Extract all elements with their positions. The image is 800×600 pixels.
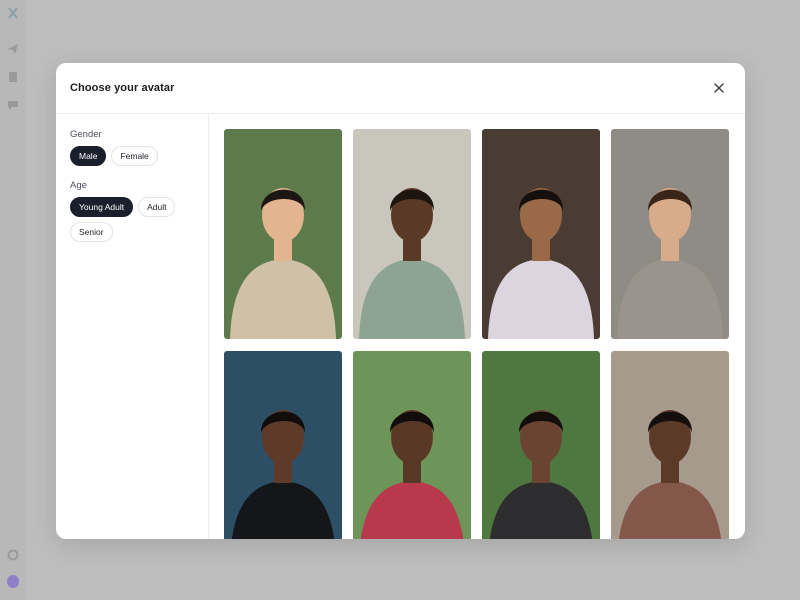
age-label: Age (70, 180, 87, 191)
close-button[interactable] (711, 80, 727, 96)
filter-panel: Gender Male Female Age Young Adult Adult… (56, 114, 209, 539)
app-sidebar (0, 0, 26, 600)
avatar-card[interactable] (353, 129, 471, 339)
gender-male-chip[interactable]: Male (70, 146, 107, 166)
gender-label: Gender (70, 129, 102, 140)
logo-icon (7, 7, 19, 19)
avatar-thumbnail (224, 129, 342, 339)
age-senior-chip[interactable]: Senior (70, 222, 113, 242)
modal-header: Choose your avatar (56, 63, 745, 114)
avatar-card[interactable] (611, 351, 729, 539)
avatar-thumbnail (353, 351, 471, 539)
avatar-card[interactable] (611, 129, 729, 339)
age-young-adult-chip[interactable]: Young Adult (70, 197, 134, 217)
user-avatar-icon[interactable] (7, 574, 19, 588)
avatar-card[interactable] (482, 129, 600, 339)
avatar-thumbnail (611, 129, 729, 339)
settings-icon[interactable] (7, 549, 19, 561)
avatar-card[interactable] (482, 351, 600, 539)
avatar-card[interactable] (224, 351, 342, 539)
document-icon[interactable] (7, 71, 19, 83)
gender-female-chip[interactable]: Female (111, 146, 158, 166)
gender-options: Male Female (70, 146, 200, 166)
avatar-thumbnail (353, 129, 471, 339)
avatar-grid (224, 129, 731, 539)
age-options: Young Adult Adult Senior (70, 197, 200, 242)
close-icon (714, 83, 724, 93)
age-adult-chip[interactable]: Adult (138, 197, 176, 217)
avatar-thumbnail (611, 351, 729, 539)
avatar-thumbnail (224, 351, 342, 539)
avatar-card[interactable] (353, 351, 471, 539)
chat-icon[interactable] (7, 99, 19, 111)
avatar-picker-modal: Choose your avatar Gender Male Female Ag… (56, 63, 745, 539)
send-icon[interactable] (7, 43, 19, 55)
avatar-thumbnail (482, 129, 600, 339)
modal-title: Choose your avatar (70, 82, 175, 94)
avatar-thumbnail (482, 351, 600, 539)
avatar-card[interactable] (224, 129, 342, 339)
